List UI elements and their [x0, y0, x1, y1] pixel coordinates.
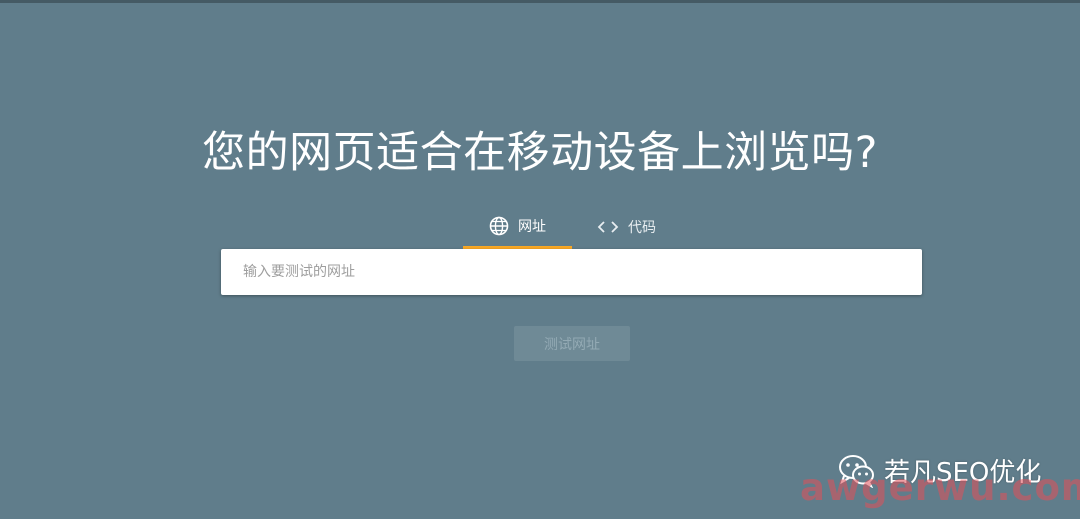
url-input-container	[221, 249, 922, 295]
code-brackets-icon	[597, 220, 619, 234]
tab-code[interactable]: 代码	[572, 208, 681, 249]
top-bar	[0, 0, 1080, 3]
globe-icon	[489, 216, 509, 236]
wechat-icon	[838, 454, 876, 489]
watermark-account: 若凡SEO优化	[838, 452, 1041, 489]
input-mode-tabs: 网址 代码	[463, 208, 681, 249]
tab-url-label: 网址	[518, 218, 546, 235]
tab-code-label: 代码	[628, 220, 656, 236]
url-input[interactable]	[221, 249, 922, 295]
watermark-account-name: 若凡SEO优化	[884, 458, 1042, 488]
test-url-button[interactable]: 测试网址	[514, 326, 630, 361]
page-title: 您的网页适合在移动设备上浏览吗?	[202, 128, 878, 178]
tab-url[interactable]: 网址	[463, 208, 572, 249]
